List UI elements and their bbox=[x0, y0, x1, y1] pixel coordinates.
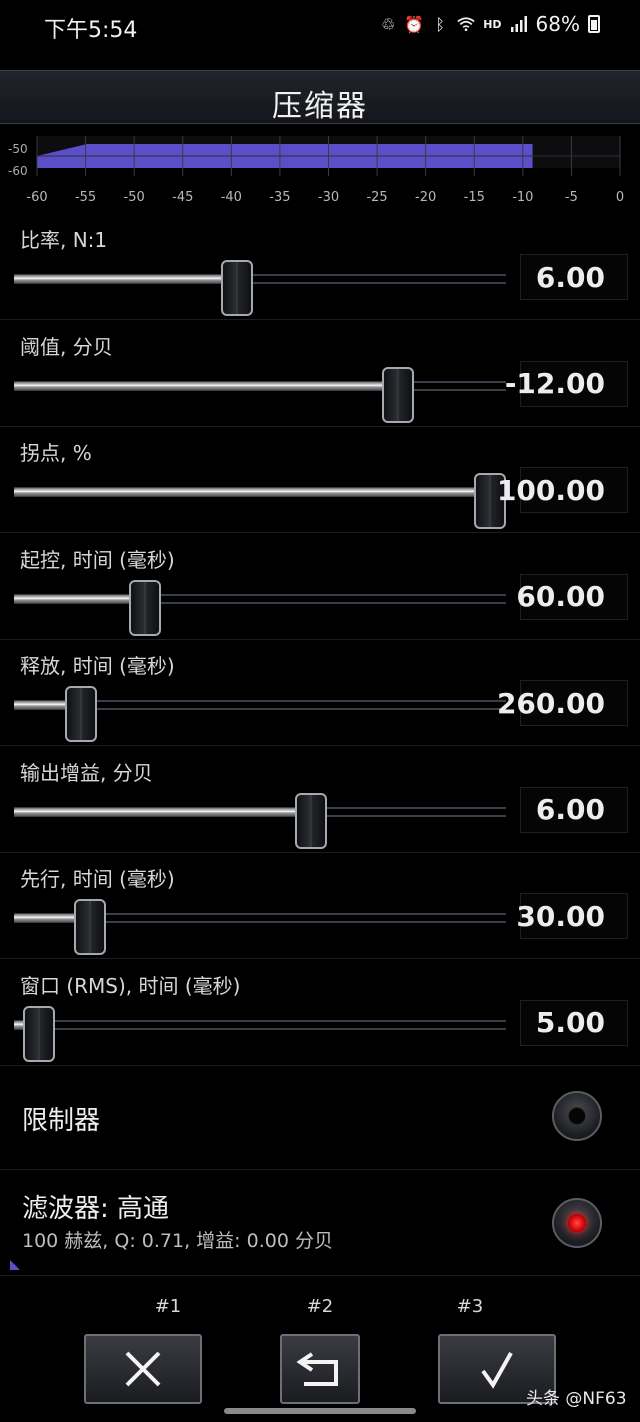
corner-indicator-icon bbox=[10, 1260, 20, 1270]
slider-label: 窗口 (RMS), 时间 (毫秒) bbox=[20, 973, 241, 998]
limiter-led-icon bbox=[568, 1107, 586, 1125]
slider-track[interactable] bbox=[14, 805, 506, 819]
page-title: 压缩器 bbox=[272, 89, 368, 124]
slider-thumb[interactable] bbox=[221, 260, 253, 316]
x-tick-label: -45 bbox=[172, 190, 194, 205]
recycle-icon: ♲ bbox=[381, 14, 396, 34]
preset-2-button[interactable] bbox=[280, 1334, 360, 1404]
slider-row: 窗口 (RMS), 时间 (毫秒) 5.00 bbox=[0, 960, 640, 1066]
x-tick-label: -25 bbox=[366, 190, 388, 205]
filter-led-icon bbox=[568, 1214, 586, 1232]
slider-fill bbox=[14, 807, 311, 816]
slider-thumb[interactable] bbox=[64, 686, 97, 742]
slider-value-field[interactable]: 5.00 bbox=[520, 999, 628, 1046]
filter-toggle[interactable] bbox=[552, 1198, 602, 1248]
battery-text: 68% bbox=[535, 12, 580, 36]
filter-label: 滤波器: 高通 bbox=[22, 1194, 170, 1224]
slider-value-field[interactable]: 100.00 bbox=[497, 467, 628, 513]
status-time: 下午5:54 bbox=[44, 18, 138, 43]
watermark: 头条 @NF63 bbox=[526, 1389, 627, 1409]
checkmark-icon bbox=[481, 1352, 513, 1389]
x-tick-label: -60 bbox=[26, 190, 48, 205]
y-tick-label: -60 bbox=[8, 164, 28, 178]
slider-value-field[interactable]: -12.00 bbox=[505, 360, 628, 407]
slider-track[interactable] bbox=[14, 592, 506, 606]
slider-fill bbox=[14, 488, 490, 496]
x-tick-label: -10 bbox=[512, 190, 534, 205]
slider-thumb[interactable] bbox=[23, 1005, 56, 1062]
signal-icon bbox=[510, 15, 528, 33]
limiter-row[interactable]: 限制器 bbox=[0, 1064, 640, 1170]
limiter-toggle[interactable] bbox=[552, 1091, 602, 1141]
slider-thumb[interactable] bbox=[382, 366, 414, 423]
slider-row: 拐点, % 100.00 bbox=[0, 427, 640, 533]
x-tick-label: -55 bbox=[74, 190, 97, 205]
preset-label-2: #2 bbox=[306, 1296, 334, 1317]
filter-row[interactable]: 滤波器: 高通 100 赫兹, Q: 0.71, 增益: 0.00 分贝 bbox=[0, 1170, 640, 1276]
bluetooth-icon: ᛒ bbox=[435, 14, 445, 34]
battery-icon bbox=[588, 15, 600, 33]
slider-row: 先行, 时间 (毫秒) 30.00 bbox=[0, 853, 640, 959]
x-tick-label: -30 bbox=[317, 190, 340, 205]
wifi-icon bbox=[457, 15, 475, 33]
gesture-bar[interactable] bbox=[224, 1408, 416, 1414]
slider-label: 比率, N:1 bbox=[20, 228, 108, 252]
slider-label: 拐点, % bbox=[20, 441, 92, 465]
slider-fill bbox=[14, 275, 237, 283]
preset-1-button[interactable] bbox=[84, 1334, 202, 1404]
slider-row: 阈值, 分贝 -12.00 bbox=[0, 321, 640, 427]
filter-detail: 100 赫兹, Q: 0.71, 增益: 0.00 分贝 bbox=[22, 1230, 333, 1252]
limiter-label: 限制器 bbox=[22, 1106, 101, 1136]
x-tick-label: 0 bbox=[615, 190, 625, 205]
slider-label: 起控, 时间 (毫秒) bbox=[20, 547, 175, 572]
alarm-icon: ⏰ bbox=[404, 14, 425, 34]
compressor-curve-chart: -50 -60 -60 -55 -50 -45 -40 -35 -30 -25 -20 -15 -1… bbox=[0, 136, 640, 212]
x-tick-label: -5 bbox=[564, 190, 578, 205]
x-tick-label: -35 bbox=[269, 190, 291, 205]
undo-icon bbox=[296, 1352, 338, 1386]
status-icons: ♲ ⏰ ᛒ HD 68% bbox=[379, 12, 600, 36]
slider-fill bbox=[14, 381, 398, 390]
slider-value-field[interactable]: 60.00 bbox=[516, 573, 628, 620]
preset-label-3: #3 bbox=[456, 1296, 484, 1317]
slider-thumb[interactable] bbox=[294, 792, 327, 849]
slider-fill bbox=[14, 594, 145, 603]
slider-track[interactable] bbox=[14, 272, 506, 286]
title-bar: 压缩器 bbox=[0, 70, 640, 124]
slider-thumb[interactable] bbox=[73, 899, 106, 955]
slider-row: 起控, 时间 (毫秒) 60.00 bbox=[0, 534, 640, 640]
preset-label-1: #1 bbox=[154, 1296, 182, 1317]
slider-value-field[interactable]: 30.00 bbox=[516, 893, 628, 939]
slider-value-field[interactable]: 6.00 bbox=[520, 254, 628, 300]
slider-track[interactable] bbox=[14, 379, 506, 393]
slider-value-field[interactable]: 6.00 bbox=[520, 786, 628, 833]
slider-row: 比率, N:1 6.00 bbox=[0, 214, 640, 320]
slider-row: 输出增益, 分贝 6.00 bbox=[0, 747, 640, 853]
slider-value-field[interactable]: 260.00 bbox=[497, 680, 628, 726]
y-tick-label: -50 bbox=[8, 142, 28, 156]
slider-track[interactable] bbox=[14, 485, 506, 499]
slider-label: 先行, 时间 (毫秒) bbox=[20, 867, 175, 891]
slider-label: 释放, 时间 (毫秒) bbox=[20, 654, 175, 678]
x-tick-label: -50 bbox=[123, 190, 145, 205]
slider-thumb[interactable] bbox=[129, 579, 161, 636]
slider-label: 输出增益, 分贝 bbox=[20, 760, 153, 785]
x-tick-label: -20 bbox=[415, 190, 437, 205]
slider-row: 释放, 时间 (毫秒) 260.00 bbox=[0, 640, 640, 746]
x-tick-label: -15 bbox=[463, 190, 485, 205]
x-tick-label: -40 bbox=[220, 190, 242, 205]
close-icon bbox=[125, 1351, 161, 1387]
slider-track[interactable] bbox=[14, 1018, 506, 1032]
status-bar: 下午5:54 ♲ ⏰ ᛒ HD 68% bbox=[0, 0, 640, 56]
slider-label: 阈值, 分贝 bbox=[20, 334, 113, 359]
hd-indicator: HD bbox=[483, 17, 502, 31]
